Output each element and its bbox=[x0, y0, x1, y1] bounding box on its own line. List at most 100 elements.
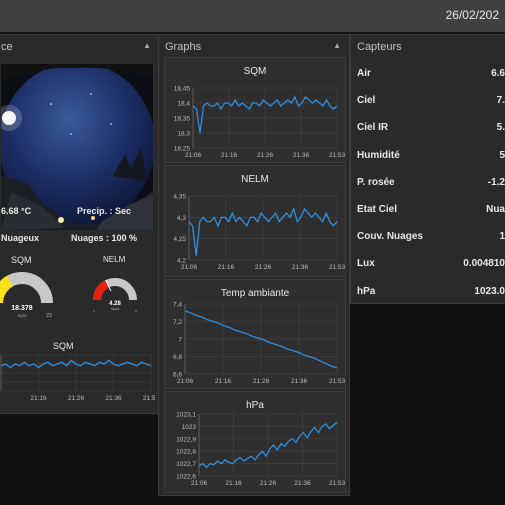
graph-card-temp: Temp ambiante 7,4 7,2 7 6,8 6,6 21:06 21:16 21:2… bbox=[164, 279, 346, 389]
x-tick-label: 21:53 bbox=[329, 480, 345, 487]
x-tick-label: 21:26 bbox=[253, 378, 270, 385]
sensors-panel-header[interactable]: Capteurs bbox=[351, 35, 505, 59]
x-tick-label: 21:26 bbox=[255, 264, 272, 271]
x-tick-label: 21:26 bbox=[68, 395, 85, 402]
y-tick-label: 18,45 bbox=[174, 86, 191, 93]
sqm-chart: SQM18,4518,418,3518,318,2521:06 21:16 21:2… bbox=[174, 66, 345, 159]
sensor-row: hPa 1023.0 bbox=[351, 280, 505, 307]
sensor-row: Humidité 5 bbox=[351, 144, 505, 171]
sensor-value: 5. bbox=[496, 122, 505, 134]
sky-state-value: Nuageux bbox=[1, 233, 40, 243]
chart-title: NELM bbox=[241, 174, 269, 185]
hpa-chart: hPa1023,110231022,91022,81022,71022,621:… bbox=[176, 400, 345, 487]
sensor-row: Lux 0.004810 bbox=[351, 252, 505, 279]
sensor-name: Air bbox=[357, 68, 371, 79]
y-tick-label: 4,35 bbox=[173, 194, 186, 201]
y-tick-label: 1022,7 bbox=[176, 461, 196, 468]
sensor-row: P. rosée -1.2 bbox=[351, 171, 505, 198]
y-tick-label: 7,2 bbox=[173, 319, 182, 326]
graph-card-hpa: hPa 1023,1 1023 1022,9 1022,8 1022,7 1022,6 21:… bbox=[164, 391, 346, 493]
y-tick-label: 6,8 bbox=[173, 354, 182, 361]
left-sqm-chart: 21:16 21:26 21:36 21:53 bbox=[0, 354, 155, 402]
y-tick-label: 4,3 bbox=[177, 215, 186, 222]
sensor-name: P. rosée bbox=[357, 176, 395, 188]
sensors-panel-title: Capteurs bbox=[357, 41, 402, 53]
x-tick-label: 21:16 bbox=[30, 395, 47, 402]
x-tick-label: 21:53 bbox=[143, 395, 155, 402]
graph-card-sqm: SQM 18,45 18,4 18,35 18,3 18,25 21:06 21:16 21:2… bbox=[164, 57, 346, 163]
nelm-gauge-min: 1 bbox=[93, 309, 95, 313]
sensor-name: Ciel IR bbox=[357, 122, 389, 134]
x-tick-label: 21:16 bbox=[215, 378, 232, 385]
x-tick-label: 21:53 bbox=[329, 152, 345, 159]
x-tick-label: 21:26 bbox=[260, 480, 277, 487]
y-tick-label: 1022,8 bbox=[176, 449, 196, 456]
sensor-row: Air 6.6 bbox=[351, 62, 505, 89]
left-sqm-chart-title: SQM bbox=[53, 341, 74, 351]
chart-title: Temp ambiante bbox=[221, 288, 290, 299]
y-tick-label: 18,3 bbox=[177, 131, 190, 138]
x-tick-label: 21:26 bbox=[257, 152, 274, 159]
y-tick-label: 7,4 bbox=[173, 302, 182, 309]
nelm-gauge: 4.28 NELM 1 6 bbox=[93, 278, 137, 313]
top-bar: 26/02/202 bbox=[0, 0, 505, 32]
x-tick-label: 21:16 bbox=[221, 152, 238, 159]
x-tick-label: 21:16 bbox=[218, 264, 235, 271]
sqm-gauge: 18.378 SQM 23 bbox=[0, 272, 53, 319]
sensor-name: Ciel bbox=[357, 95, 376, 107]
y-tick-label: 1023,1 bbox=[176, 412, 196, 419]
sqm-gauge-value: 18.378 bbox=[11, 305, 33, 312]
collapse-icon[interactable]: ▲ bbox=[333, 41, 341, 50]
sensor-value: 5 bbox=[499, 149, 505, 161]
y-tick-label: 1022,9 bbox=[176, 436, 196, 443]
sky-panel-title: ce bbox=[1, 41, 13, 53]
sensors-panel: Capteurs Air 6.6 Ciel 7. Ciel IR 5. Humidité 5 P… bbox=[350, 34, 505, 304]
chart-title: SQM bbox=[244, 66, 267, 77]
y-tick-label: 7 bbox=[178, 337, 182, 344]
clouds-value: Nuages : 100 % bbox=[71, 233, 138, 243]
sensor-name: Couv. Nuages bbox=[357, 231, 423, 243]
y-tick-label: 18,35 bbox=[174, 116, 191, 123]
graphs-panel-header[interactable]: Graphs ▲ bbox=[159, 35, 349, 59]
sensor-value: 7. bbox=[496, 95, 505, 107]
x-tick-label: 21:06 bbox=[185, 152, 202, 159]
sky-panel-header[interactable]: ce ▲ bbox=[0, 35, 159, 59]
x-tick-label: 21:06 bbox=[191, 480, 208, 487]
x-tick-label: 21:16 bbox=[225, 480, 242, 487]
sky-panel: ce ▲ 6.68 °C Precip. : Sec Nuageux Nuage… bbox=[0, 34, 160, 414]
sensor-row: Etat Ciel Nua bbox=[351, 198, 505, 225]
x-tick-label: 21:53 bbox=[329, 264, 345, 271]
sensor-row: Ciel IR 5. bbox=[351, 116, 505, 143]
sensor-name: Humidité bbox=[357, 149, 400, 161]
x-tick-label: 21:36 bbox=[292, 264, 309, 271]
y-tick-label: 1023 bbox=[182, 424, 197, 431]
graphs-panel: Graphs ▲ SQM 18,45 18,4 18,35 18,3 18,25 21:06… bbox=[158, 34, 350, 496]
x-tick-label: 21:06 bbox=[181, 264, 198, 271]
temp-chart: Temp ambiante7,47,276,86,621:06 21:16 21:2… bbox=[173, 288, 345, 385]
sensor-row: Ciel 7. bbox=[351, 89, 505, 116]
nelm-gauge-title: NELM bbox=[103, 255, 126, 264]
x-tick-label: 21:53 bbox=[329, 378, 345, 385]
nelm-chart: NELM4,354,34,254,221:06 21:16 21:26 21:36 21… bbox=[173, 174, 345, 271]
graph-card-nelm: NELM 4,35 4,3 4,25 4,2 21:06 21:16 21:26 21:36 21… bbox=[164, 165, 346, 277]
x-tick-label: 21:36 bbox=[105, 395, 122, 402]
graphs-panel-title: Graphs bbox=[165, 41, 202, 53]
sensor-value: 6.6 bbox=[491, 68, 505, 79]
sqm-gauge-unit: SQM bbox=[17, 313, 26, 318]
x-tick-label: 21:36 bbox=[293, 152, 310, 159]
collapse-icon[interactable]: ▲ bbox=[143, 41, 151, 50]
sensor-value: 0.004810 bbox=[463, 258, 505, 270]
sensor-value: Nua bbox=[486, 204, 505, 215]
sensor-name: Etat Ciel bbox=[357, 204, 398, 215]
sensor-value: 1023.0 bbox=[474, 285, 505, 297]
header-date: 26/02/202 bbox=[445, 8, 499, 22]
sqm-gauge-title: SQM bbox=[11, 255, 32, 265]
nelm-gauge-max: 6 bbox=[135, 309, 137, 313]
chart-title: hPa bbox=[246, 400, 264, 411]
sensor-name: hPa bbox=[357, 285, 376, 297]
x-tick-label: 21:36 bbox=[294, 480, 311, 487]
x-tick-label: 21:06 bbox=[177, 378, 194, 385]
temp-value: 6.68 °C bbox=[1, 206, 32, 216]
x-tick-label: 21:36 bbox=[291, 378, 308, 385]
sensor-value: -1.2 bbox=[487, 176, 505, 188]
